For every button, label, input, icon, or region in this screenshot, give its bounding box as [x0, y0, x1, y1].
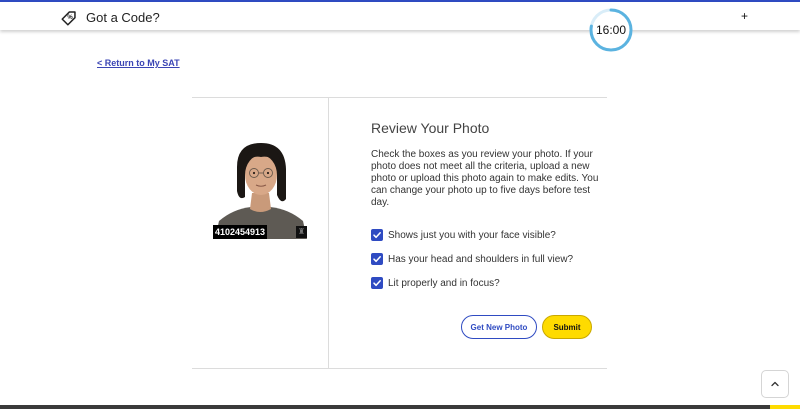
checkbox-lit-focus[interactable]: Lit properly and in focus?	[371, 277, 500, 289]
checkbox-label: Lit properly and in focus?	[388, 277, 500, 289]
checkbox-face-visible[interactable]: Shows just you with your face visible?	[371, 229, 556, 241]
checkbox-checked-icon[interactable]	[371, 277, 383, 289]
checkbox-label: Shows just you with your face visible?	[388, 229, 556, 241]
card-divider	[328, 98, 329, 368]
got-a-code-button[interactable]: % Got a Code?	[60, 5, 160, 29]
scroll-to-top-button[interactable]	[761, 370, 789, 398]
seal-icon: ♜	[296, 226, 307, 238]
bottom-bar	[0, 405, 770, 409]
top-header: % Got a Code? +	[0, 2, 800, 30]
return-to-my-sat-link[interactable]: < Return to My SAT	[97, 58, 180, 68]
checkbox-checked-icon[interactable]	[371, 253, 383, 265]
svg-text:%: %	[67, 15, 73, 21]
checkbox-checked-icon[interactable]	[371, 229, 383, 241]
page-title: Review Your Photo	[371, 120, 490, 136]
plus-icon[interactable]: +	[741, 10, 748, 22]
checkbox-head-shoulders[interactable]: Has your head and shoulders in full view…	[371, 253, 573, 265]
got-a-code-label: Got a Code?	[86, 9, 160, 25]
tag-percent-icon: %	[60, 7, 80, 27]
get-new-photo-button[interactable]: Get New Photo	[461, 315, 537, 339]
countdown-timer: 16:00	[588, 7, 634, 53]
chevron-up-icon	[771, 381, 779, 387]
review-instructions: Check the boxes as you review your photo…	[371, 149, 599, 208]
review-photo-card: 4102454913 ♜ Review Your Photo Check the…	[192, 97, 607, 369]
student-photo: 4102454913 ♜	[213, 139, 308, 239]
checkbox-label: Has your head and shoulders in full view…	[388, 253, 574, 265]
bottom-accent	[770, 405, 800, 409]
photo-id-number: 4102454913	[213, 225, 268, 239]
submit-button[interactable]: Submit	[542, 315, 592, 339]
portrait-image	[213, 139, 308, 239]
timer-text: 16:00	[595, 23, 627, 37]
